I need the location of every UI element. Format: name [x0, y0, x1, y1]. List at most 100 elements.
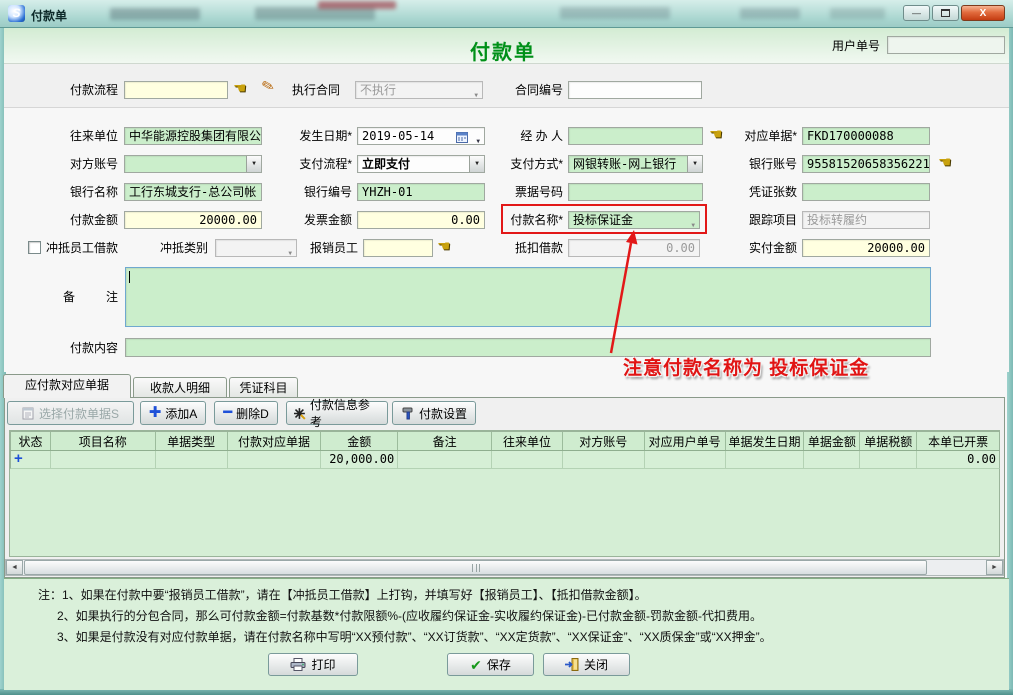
user-no-label: 用户单号: [826, 37, 880, 55]
invoice-amount-field[interactable]: 0.00: [357, 211, 485, 229]
exec-contract-dropdown[interactable]: 不执行 ▼: [355, 81, 483, 99]
notepad-icon: [22, 406, 35, 420]
scrollbar-grip: [472, 564, 480, 572]
highlight-box: [501, 204, 707, 234]
note-line-3: 3、如果是付款没有对应付款单据，请在付款名称中写明“XX预付款”、“XX订货款”…: [57, 628, 772, 645]
invoice-amount-label: 发票金额: [295, 211, 352, 229]
table-row[interactable]: + 20,000.00 0.00: [10, 451, 1000, 469]
calendar-icon[interactable]: [456, 131, 468, 143]
handler-field[interactable]: [568, 127, 703, 145]
pay-method-label: 支付方式*: [500, 155, 563, 173]
titlebar-blur-artifact: [740, 8, 800, 19]
add-button[interactable]: ✚ 添加A: [140, 401, 206, 425]
select-pay-doc-label: 选择付款单据S: [39, 405, 119, 422]
plus-icon: ✚: [149, 406, 162, 420]
counter-account-dropdown[interactable]: ▼: [124, 155, 262, 173]
minimize-button[interactable]: —: [903, 5, 930, 21]
pay-content-label: 付款内容: [60, 339, 118, 357]
row-amount-cell: 20,000.00: [321, 451, 398, 468]
col-header-project[interactable]: 项目名称: [51, 432, 156, 450]
titlebar: S 付款单 — X: [0, 0, 1013, 28]
reimburse-emp-field[interactable]: [363, 239, 433, 257]
delete-button[interactable]: ━ 删除D: [214, 401, 278, 425]
tab-payable-docs[interactable]: 应付款对应单据: [3, 374, 131, 398]
horizontal-scrollbar[interactable]: ◄ ►: [5, 559, 1004, 576]
pay-amount-field[interactable]: 20000.00: [124, 211, 262, 229]
col-header-doc-amount[interactable]: 单据金额: [804, 432, 860, 450]
pick-bank-hand-icon[interactable]: ☚: [938, 154, 951, 172]
tab-voucher-subject[interactable]: 凭证科目: [229, 377, 298, 398]
row-pay-doc-cell: [228, 451, 322, 468]
print-label: 打印: [311, 656, 335, 673]
col-header-user-doc-no[interactable]: 对应用户单号: [645, 432, 726, 450]
reimburse-emp-label: 报销员工: [308, 239, 358, 257]
deduct-loan-field: 0.00: [568, 239, 700, 257]
remark-textarea[interactable]: [125, 267, 931, 327]
bill-no-label: 票据号码: [500, 183, 563, 201]
row-project-cell: [51, 451, 156, 468]
pay-settings-label: 付款设置: [419, 405, 467, 422]
row-invoiced-cell: 0.00: [917, 451, 999, 468]
bank-account-field[interactable]: 95581520658356221: [802, 155, 930, 173]
pick-emp-hand-icon[interactable]: ☚: [437, 238, 450, 256]
tab-payee-detail[interactable]: 收款人明细: [133, 377, 227, 398]
actual-amount-field[interactable]: 20000.00: [802, 239, 930, 257]
exec-contract-label: 执行合同: [292, 81, 340, 99]
maximize-button[interactable]: [932, 5, 959, 21]
col-header-pay-doc[interactable]: 付款对应单据: [228, 432, 322, 450]
chevron-down-icon: ▼: [474, 88, 478, 99]
minus-icon: ━: [223, 406, 232, 420]
hammer-icon: [401, 407, 415, 420]
col-header-counter-acct[interactable]: 对方账号: [563, 432, 645, 450]
chevron-down-icon[interactable]: ▼: [687, 156, 702, 172]
corresp-doc-label: 对应单据*: [740, 127, 797, 145]
scroll-left-button[interactable]: ◄: [6, 560, 23, 575]
col-header-doc-tax[interactable]: 单据税额: [860, 432, 917, 450]
pay-info-ref-button[interactable]: 付款信息参考: [286, 401, 388, 425]
pay-method-dropdown[interactable]: 网银转账-网上银行 ▼: [568, 155, 703, 173]
offset-type-dropdown[interactable]: ▼: [215, 239, 297, 257]
save-button[interactable]: ✔ 保存: [447, 653, 534, 676]
col-header-doc-date[interactable]: 单据发生日期: [726, 432, 805, 450]
pick-handler-hand-icon[interactable]: ☚: [709, 126, 722, 144]
bill-no-field[interactable]: [568, 183, 703, 201]
col-header-remark[interactable]: 备注: [398, 432, 492, 450]
remark-label: 备 注: [63, 288, 118, 305]
scroll-right-button[interactable]: ►: [986, 560, 1003, 575]
handler-label: 经 办 人: [500, 127, 563, 145]
user-no-field[interactable]: [887, 36, 1005, 54]
row-counter-acct-cell: [563, 451, 645, 468]
col-header-status[interactable]: 状态: [11, 432, 51, 450]
pay-flow-field[interactable]: [124, 81, 228, 99]
occur-date-field[interactable]: 2019-05-14 ▼: [357, 127, 485, 145]
chevron-down-icon[interactable]: ▼: [476, 134, 480, 145]
print-button[interactable]: 打印: [268, 653, 358, 676]
counter-account-label: 对方账号: [60, 155, 118, 173]
contract-no-field[interactable]: [568, 81, 702, 99]
col-header-amount[interactable]: 金额: [321, 432, 398, 450]
row-user-doc-no-cell: [645, 451, 726, 468]
deduct-loan-label: 抵扣借款: [506, 239, 563, 257]
col-header-partner[interactable]: 往来单位: [492, 432, 563, 450]
chevron-down-icon[interactable]: ▼: [469, 156, 484, 172]
row-status-cell: +: [11, 451, 51, 468]
pay-flow2-dropdown[interactable]: 立即支付 ▼: [357, 155, 485, 173]
corresp-doc-field[interactable]: FKD170000088: [802, 127, 930, 145]
pick-flow-hand-icon[interactable]: ☚: [233, 80, 246, 98]
scrollbar-thumb[interactable]: [24, 560, 927, 575]
bank-account-label: 银行账号: [740, 155, 797, 173]
col-header-invoiced[interactable]: 本单已开票: [917, 432, 999, 450]
bank-name-field[interactable]: 工行东城支行-总公司帐: [124, 183, 262, 201]
plus-icon: +: [14, 451, 23, 467]
bank-code-field[interactable]: YHZH-01: [357, 183, 485, 201]
voucher-count-field[interactable]: [802, 183, 930, 201]
close-button[interactable]: X: [961, 5, 1005, 21]
chevron-down-icon[interactable]: ▼: [246, 156, 261, 172]
col-header-doc-type[interactable]: 单据类型: [156, 432, 228, 450]
pay-method-value: 网银转账-网上银行: [573, 157, 676, 171]
pay-settings-button[interactable]: 付款设置: [392, 401, 476, 425]
offset-loan-checkbox[interactable]: [28, 241, 41, 254]
partner-unit-field[interactable]: 中华能源控股集团有限公: [124, 127, 262, 145]
pay-amount-label: 付款金额: [60, 211, 118, 229]
close-form-button[interactable]: 关闭: [543, 653, 630, 676]
